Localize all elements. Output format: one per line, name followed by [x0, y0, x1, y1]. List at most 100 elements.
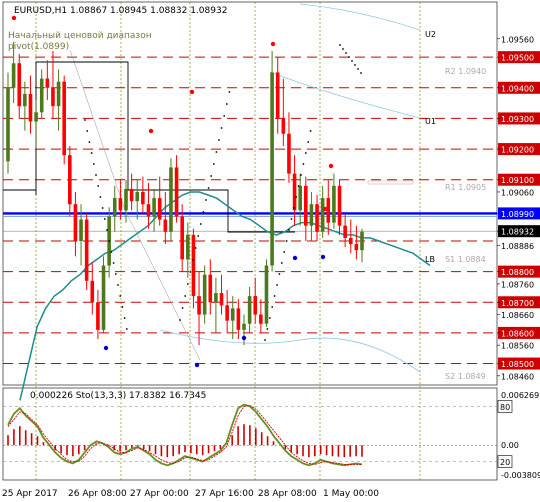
candle-body — [186, 234, 190, 260]
candle-body — [90, 280, 95, 303]
sub-axis-label: 0.006269 — [501, 391, 539, 400]
candle-body — [169, 167, 173, 232]
candle-body — [34, 112, 38, 122]
sar-dot — [285, 240, 288, 242]
price-tick-label: 1.08990 — [501, 210, 534, 219]
candle-body — [174, 167, 179, 217]
sar-dot — [302, 163, 305, 165]
sar-dot — [86, 130, 89, 132]
candle-body — [124, 188, 128, 211]
candle-body — [11, 63, 16, 88]
sar-dot — [307, 141, 310, 143]
sar-dot — [179, 319, 181, 321]
stoch-level-label: 20 — [500, 458, 510, 467]
candle-body — [152, 198, 156, 217]
sar-dot — [225, 103, 228, 105]
x-tick-label: 27 Apr 00:00 — [130, 489, 189, 499]
candle-body — [39, 78, 44, 113]
price-tick-label: 1.08800 — [501, 268, 534, 277]
candle-body — [157, 198, 162, 220]
sar-dot — [110, 251, 113, 253]
sar-dot — [354, 64, 356, 66]
subwindow-indicator-text: 0.000226 Sto(13,3,3) 17.8382 16.7345 — [30, 391, 206, 401]
indicator-name-2: pivot(1.0899) — [8, 42, 69, 52]
candle-body — [320, 198, 325, 232]
level-label: R2 1.0940 — [445, 67, 486, 76]
stoch-level-label: 80 — [500, 403, 510, 412]
sub-axis-label: 0.00 — [501, 441, 519, 450]
price-tick-label: 1.09100 — [501, 176, 534, 185]
sar-dot — [218, 139, 220, 141]
candle-body — [118, 198, 123, 211]
sar-dot — [215, 151, 218, 153]
sar-dot — [119, 295, 122, 297]
candle-body — [281, 118, 286, 134]
fractal-marker-low — [194, 362, 200, 368]
sar-dot — [278, 273, 281, 275]
sar-dot — [114, 273, 117, 275]
candle-body — [270, 72, 274, 266]
price-tick-label: 1.08460 — [501, 372, 534, 381]
sar-dot — [292, 207, 295, 209]
sar-dot — [264, 339, 266, 341]
sar-dot — [276, 284, 278, 286]
candle-body — [28, 93, 33, 122]
candle-body — [304, 185, 308, 226]
candle-body — [208, 274, 213, 303]
sar-dot — [84, 119, 86, 121]
candle-body — [287, 133, 291, 174]
candle-body — [236, 308, 241, 330]
candle-body — [197, 296, 201, 315]
sar-dot — [207, 187, 210, 189]
sar-dot — [304, 152, 307, 154]
sar-dot — [90, 152, 93, 154]
sub-axis-label: -0.003809 — [501, 471, 540, 480]
level-label: U2 — [425, 30, 436, 39]
candle-body — [202, 274, 207, 315]
fractal-marker-low — [292, 255, 298, 261]
candle-body — [337, 185, 342, 226]
sar-dot — [199, 223, 202, 225]
price-tick-label: 1.08600 — [501, 329, 534, 338]
candle-body — [298, 185, 302, 211]
sar-dot — [339, 44, 341, 46]
sar-dot — [345, 52, 347, 54]
price-tick-label: 1.09500 — [501, 54, 534, 63]
sar-dot — [95, 174, 97, 176]
candle-body — [348, 237, 353, 245]
price-tick-label: 1.09300 — [501, 115, 534, 124]
candle-body — [191, 234, 196, 297]
candle-body — [214, 293, 218, 303]
sar-dot — [121, 306, 124, 308]
sar-dot — [189, 271, 192, 273]
candle-body — [360, 231, 364, 251]
candle-body — [101, 265, 106, 330]
sar-dot — [266, 328, 269, 330]
candle-body — [247, 296, 252, 324]
price-tick-label: 1.08560 — [501, 342, 534, 351]
sar-dot — [223, 115, 226, 117]
candle-body — [112, 198, 117, 217]
candle-body — [23, 93, 27, 107]
level-label: U1 — [425, 117, 436, 126]
sar-dot — [295, 196, 298, 198]
sar-dot — [271, 306, 274, 308]
chart-window: U2 U1 LB R2 1.0940 R1 1.0905 S1 1.0884 S2 1.08… — [0, 0, 540, 502]
price-tick-label: 1.09060 — [501, 188, 534, 197]
fractal-marker-low — [241, 335, 247, 341]
fractal-marker-high — [11, 15, 17, 21]
sar-dot — [184, 295, 187, 297]
candle-body — [326, 198, 331, 223]
sar-dot — [88, 141, 91, 143]
price-tick-label: 1.08886 — [501, 242, 534, 251]
price-tick-label: 1.08932 — [501, 228, 534, 237]
price-tick-label: 1.09560 — [501, 35, 534, 44]
x-tick-label: 25 Apr 2017 — [2, 489, 58, 499]
candle-body — [242, 323, 246, 330]
sar-dot — [117, 284, 119, 286]
candle-body — [225, 305, 229, 321]
candle-body — [315, 204, 319, 232]
candle-body — [354, 244, 359, 251]
sar-dot — [290, 218, 293, 220]
sar-dot — [280, 262, 283, 264]
